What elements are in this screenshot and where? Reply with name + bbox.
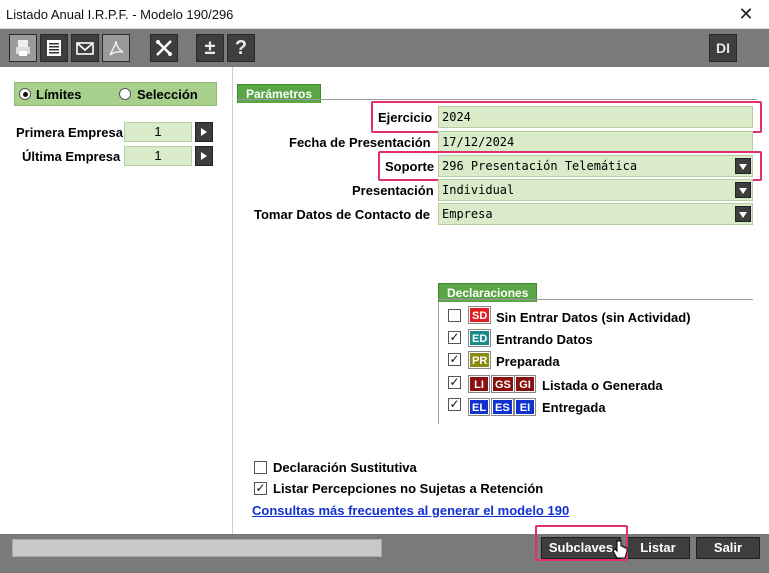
mail-button[interactable] — [71, 34, 99, 62]
presentacion-dropdown-icon[interactable] — [735, 182, 751, 198]
decl-ed-label: Entrando Datos — [496, 332, 593, 347]
presentacion-select[interactable]: Individual — [438, 179, 753, 201]
plus-minus-icon: ± — [204, 36, 216, 59]
help-icon: ? — [234, 36, 248, 59]
di-icon: DI — [716, 40, 730, 56]
tools-button[interactable] — [150, 34, 178, 62]
contacto-select[interactable]: Empresa — [438, 203, 753, 225]
badge-ed: ED — [467, 329, 492, 347]
percepciones-label: Listar Percepciones no Sujetas a Retenci… — [273, 481, 544, 496]
decl-pr-checkbox[interactable]: ✓ — [448, 353, 461, 366]
decl-sd-checkbox[interactable] — [448, 309, 461, 322]
radio-limits[interactable] — [19, 88, 31, 100]
sustitutiva-label: Declaración Sustitutiva — [273, 460, 417, 475]
faq-link[interactable]: Consultas más frecuentes al generar el m… — [252, 503, 569, 518]
list-button[interactable] — [40, 34, 68, 62]
print-button[interactable] — [9, 34, 37, 62]
footer-bar: Subclaves Listar Salir — [0, 525, 769, 573]
radio-selection-label[interactable]: Selección — [137, 87, 198, 102]
badge-pr: PR — [467, 351, 492, 369]
tools-icon — [156, 40, 172, 56]
progress-bar — [12, 539, 382, 557]
close-icon: ✕ — [738, 4, 754, 24]
decl-el-checkbox[interactable]: ✓ — [448, 398, 461, 411]
list-icon — [47, 40, 61, 56]
range-mode-group: Límites Selección — [14, 82, 217, 106]
decl-ed-checkbox[interactable]: ✓ — [448, 331, 461, 344]
badge-li: LI — [468, 375, 490, 393]
listar-button[interactable]: Listar — [626, 537, 690, 559]
decl-li-checkbox[interactable]: ✓ — [448, 376, 461, 389]
sustitutiva-checkbox[interactable] — [254, 461, 267, 474]
badge-gs: GS — [491, 375, 515, 393]
window-title: Listado Anual I.R.P.F. - Modelo 190/296 — [6, 7, 234, 22]
presentacion-value: Individual — [442, 183, 515, 197]
ejercicio-highlight — [371, 101, 762, 133]
first-company-arrow-button[interactable] — [195, 122, 213, 142]
mail-icon — [76, 42, 94, 55]
percepciones-checkbox[interactable]: ✓ — [254, 482, 267, 495]
first-company-field[interactable]: 1 — [124, 122, 192, 142]
soporte-highlight — [378, 151, 762, 181]
help-button[interactable]: ? — [227, 34, 255, 62]
fecha-label: Fecha de Presentación — [289, 135, 431, 150]
badge-es: ES — [491, 398, 514, 416]
radio-selection[interactable] — [119, 88, 131, 100]
pdf-button[interactable] — [102, 34, 130, 62]
first-company-label: Primera Empresa — [16, 125, 123, 140]
badge-ei: EI — [514, 398, 536, 416]
params-tab: Parámetros — [237, 84, 322, 103]
badge-gi: GI — [514, 375, 536, 393]
contacto-dropdown-icon[interactable] — [735, 206, 751, 222]
decl-pr-label: Preparada — [496, 354, 560, 369]
salir-button[interactable]: Salir — [696, 537, 760, 559]
di-button[interactable]: DI — [709, 34, 737, 62]
main-area: Límites Selección Primera Empresa 1 Últi… — [0, 67, 769, 534]
params-divider — [237, 99, 757, 100]
last-company-label: Última Empresa — [22, 149, 121, 164]
left-panel: Límites Selección Primera Empresa 1 Últi… — [0, 67, 233, 534]
decl-sd-label: Sin Entrar Datos (sin Actividad) — [496, 310, 691, 325]
title-bar: Listado Anual I.R.P.F. - Modelo 190/296 … — [0, 0, 769, 29]
printer-icon — [16, 40, 30, 56]
toolbar: ± ? DI — [0, 29, 769, 67]
pdf-icon — [109, 40, 124, 56]
declaraciones-divider — [438, 299, 753, 300]
last-company-arrow-button[interactable] — [195, 146, 213, 166]
badge-sd: SD — [467, 306, 492, 324]
hand-cursor-icon — [612, 540, 628, 559]
radio-limits-label[interactable]: Límites — [36, 87, 82, 102]
plus-minus-button[interactable]: ± — [196, 34, 224, 62]
last-company-field[interactable]: 1 — [124, 146, 192, 166]
contacto-value: Empresa — [442, 207, 493, 221]
badge-el: EL — [467, 398, 491, 416]
decl-li-label: Listada o Generada — [542, 378, 663, 393]
close-button[interactable]: ✕ — [723, 0, 769, 29]
presentacion-label: Presentación — [352, 183, 434, 198]
fecha-field[interactable]: 17/12/2024 — [438, 131, 753, 153]
contacto-label: Tomar Datos de Contacto de — [254, 207, 431, 222]
decl-el-label: Entregada — [542, 400, 606, 415]
